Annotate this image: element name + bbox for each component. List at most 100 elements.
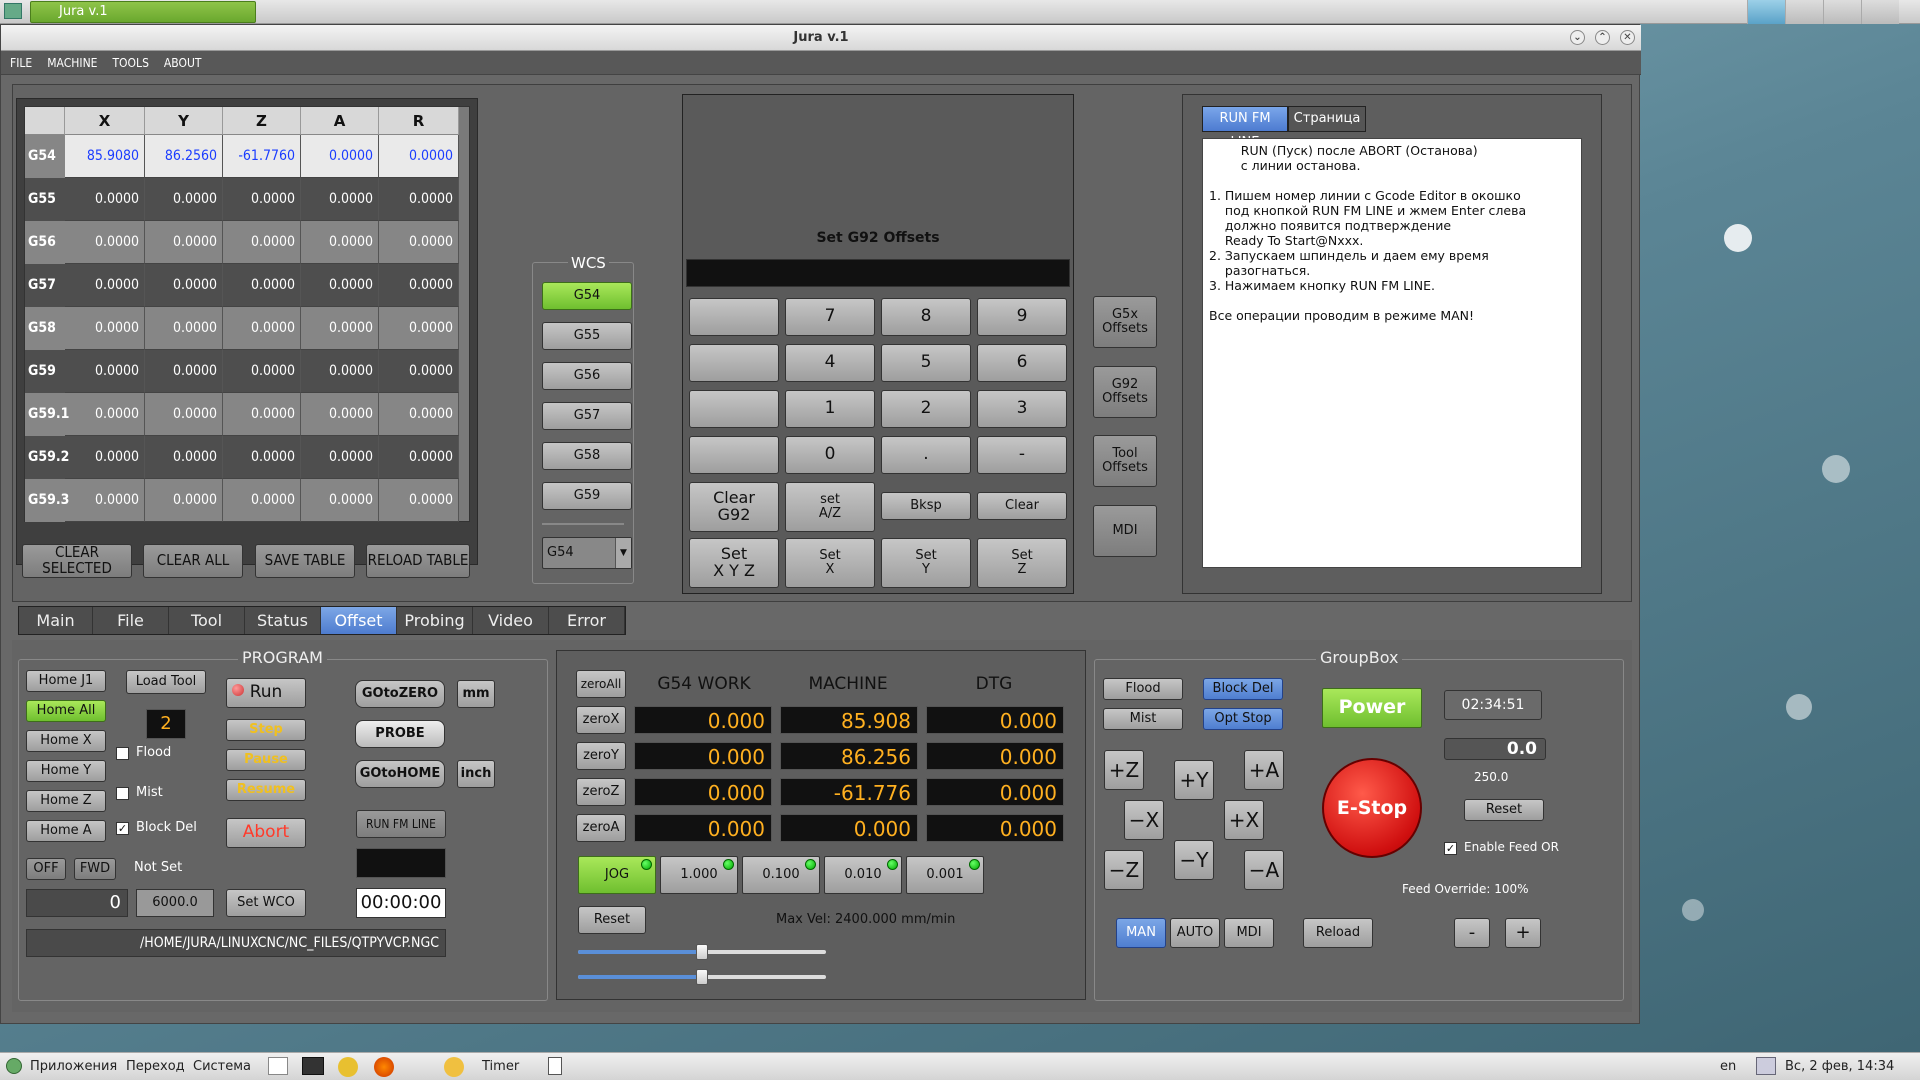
home-x-button[interactable]: Home X bbox=[26, 730, 106, 752]
tab-error[interactable]: Error bbox=[549, 607, 625, 634]
menu-system[interactable]: Система bbox=[193, 1059, 251, 1074]
row-header[interactable]: G59 bbox=[25, 350, 65, 393]
zero-x-button[interactable]: zeroX bbox=[576, 706, 626, 734]
keypad-key-3[interactable]: 3 bbox=[977, 390, 1067, 428]
flood-checkbox[interactable] bbox=[116, 747, 129, 760]
column-header-r[interactable]: R bbox=[379, 107, 459, 135]
probe-button[interactable]: PROBE bbox=[355, 720, 445, 748]
jog-z-minus-button[interactable]: −Z bbox=[1104, 850, 1144, 890]
run-fm-line-button[interactable]: RUN FM LINE bbox=[356, 810, 446, 838]
set-y-button[interactable]: Set Y bbox=[881, 538, 971, 588]
resume-button[interactable]: Resume bbox=[226, 779, 306, 801]
help-tab-run-fm-line[interactable]: RUN FM LINE bbox=[1202, 106, 1288, 150]
g5x-offsets-button[interactable]: G5x Offsets bbox=[1093, 296, 1157, 348]
network-icon[interactable] bbox=[1756, 1057, 1776, 1075]
jog-y-plus-button[interactable]: +Y bbox=[1174, 760, 1214, 800]
wcs-button-g57[interactable]: G57 bbox=[542, 402, 632, 430]
column-header-a[interactable]: A bbox=[301, 107, 379, 135]
opt-stop-button[interactable]: Opt Stop bbox=[1203, 708, 1283, 730]
table-cell[interactable]: 0.0000 bbox=[65, 436, 145, 479]
table-cell[interactable]: 0.0000 bbox=[301, 307, 379, 350]
keypad-key-1[interactable]: 1 bbox=[785, 390, 875, 428]
keypad-blank-key[interactable] bbox=[689, 390, 779, 428]
jog-a-minus-button[interactable]: −A bbox=[1244, 850, 1284, 890]
jog-x-plus-button[interactable]: +X bbox=[1224, 800, 1264, 840]
tool-offsets-button[interactable]: Tool Offsets bbox=[1093, 435, 1157, 487]
reload-button[interactable]: Reload bbox=[1303, 918, 1373, 948]
jog-a-plus-button[interactable]: +A bbox=[1244, 750, 1284, 790]
keypad-key-0[interactable]: 0 bbox=[785, 436, 875, 474]
jog-y-minus-button[interactable]: −Y bbox=[1174, 840, 1214, 880]
table-cell[interactable]: 0.0000 bbox=[145, 264, 223, 307]
jog-increment-1[interactable]: 1.000 bbox=[660, 856, 738, 894]
jog-button[interactable]: JOG bbox=[578, 856, 656, 894]
flood-button[interactable]: Flood bbox=[1103, 678, 1183, 700]
workspace-cell[interactable] bbox=[1823, 0, 1861, 24]
jog-increment-2[interactable]: 0.100 bbox=[742, 856, 820, 894]
table-cell[interactable]: 0.0000 bbox=[301, 135, 379, 178]
mist-button[interactable]: Mist bbox=[1103, 708, 1183, 730]
feed-reset-button[interactable]: Reset bbox=[1464, 799, 1544, 821]
run-button[interactable]: Run bbox=[226, 678, 306, 708]
menu-applications[interactable]: Приложения bbox=[30, 1059, 117, 1074]
keypad-key-4[interactable]: 4 bbox=[785, 344, 875, 382]
zero-z-button[interactable]: zeroZ bbox=[576, 778, 626, 806]
keypad-key--[interactable]: - bbox=[977, 436, 1067, 474]
table-cell[interactable]: 0.0000 bbox=[379, 221, 459, 264]
tab-probing[interactable]: Probing bbox=[397, 607, 473, 634]
goto-zero-button[interactable]: GOtoZERO bbox=[355, 680, 445, 708]
table-cell[interactable]: 0.0000 bbox=[65, 393, 145, 436]
table-cell[interactable]: 0.0000 bbox=[145, 436, 223, 479]
tab-file[interactable]: File bbox=[93, 607, 169, 634]
keypad-key-5[interactable]: 5 bbox=[881, 344, 971, 382]
table-cell[interactable]: 0.0000 bbox=[145, 350, 223, 393]
column-header-y[interactable]: Y bbox=[145, 107, 223, 135]
jog-increment-3[interactable]: 0.010 bbox=[824, 856, 902, 894]
table-cell[interactable]: 0.0000 bbox=[301, 221, 379, 264]
table-cell[interactable]: 0.0000 bbox=[301, 264, 379, 307]
slider-handle[interactable] bbox=[696, 944, 708, 960]
set-az-button[interactable]: set A/Z bbox=[785, 482, 875, 532]
table-cell[interactable]: 0.0000 bbox=[379, 307, 459, 350]
table-cell[interactable]: 0.0000 bbox=[301, 393, 379, 436]
table-cell[interactable]: 86.2560 bbox=[145, 135, 223, 178]
clear-selected-button[interactable]: CLEAR SELECTED bbox=[22, 544, 132, 578]
table-cell[interactable]: 85.9080 bbox=[65, 135, 145, 178]
estop-button[interactable]: E-Stop bbox=[1322, 758, 1422, 858]
dro-reset-button[interactable]: Reset bbox=[578, 906, 646, 934]
table-cell[interactable]: 0.0000 bbox=[379, 178, 459, 221]
home-all-button[interactable]: Home All bbox=[26, 700, 106, 722]
table-cell[interactable]: 0.0000 bbox=[223, 307, 301, 350]
taskbar-window-button[interactable]: Jura v.1 bbox=[30, 1, 256, 23]
row-header[interactable]: G55 bbox=[25, 178, 65, 221]
set-wco-button[interactable]: Set WCO bbox=[226, 889, 306, 917]
keypad-blank-key[interactable] bbox=[689, 344, 779, 382]
home-j1-button[interactable]: Home J1 bbox=[26, 670, 106, 692]
tab-status[interactable]: Status bbox=[245, 607, 321, 634]
table-cell[interactable]: 0.0000 bbox=[379, 393, 459, 436]
jog-velocity-slider[interactable] bbox=[578, 944, 826, 960]
clear-g92-button[interactable]: Clear G92 bbox=[689, 482, 779, 532]
mist-checkbox[interactable] bbox=[116, 787, 129, 800]
spindle-rpm-input[interactable]: 6000.0 bbox=[136, 889, 214, 917]
feed-plus-button[interactable]: + bbox=[1505, 918, 1541, 948]
maximize-icon[interactable]: ⌃ bbox=[1595, 30, 1610, 45]
goto-home-button[interactable]: GOtoHOME bbox=[355, 760, 445, 788]
table-cell[interactable]: 0.0000 bbox=[223, 221, 301, 264]
mm-button[interactable]: mm bbox=[457, 680, 495, 708]
table-cell[interactable]: 0.0000 bbox=[223, 264, 301, 307]
firefox-launcher-icon[interactable] bbox=[374, 1057, 394, 1077]
mdi-button[interactable]: MDI bbox=[1093, 505, 1157, 557]
table-cell[interactable]: 0.0000 bbox=[65, 479, 145, 522]
table-cell[interactable]: 0.0000 bbox=[379, 135, 459, 178]
workspace-switcher-icon[interactable] bbox=[1747, 0, 1785, 24]
table-cell[interactable]: 0.0000 bbox=[379, 479, 459, 522]
wcs-button-g56[interactable]: G56 bbox=[542, 362, 632, 390]
row-header[interactable]: G59.3 bbox=[25, 479, 69, 522]
column-header-x[interactable]: X bbox=[65, 107, 145, 135]
table-cell[interactable]: 0.0000 bbox=[65, 264, 145, 307]
table-cell[interactable]: 0.0000 bbox=[145, 221, 223, 264]
table-cell[interactable]: 0.0000 bbox=[379, 436, 459, 479]
home-y-button[interactable]: Home Y bbox=[26, 760, 106, 782]
tab-main[interactable]: Main bbox=[19, 607, 93, 634]
